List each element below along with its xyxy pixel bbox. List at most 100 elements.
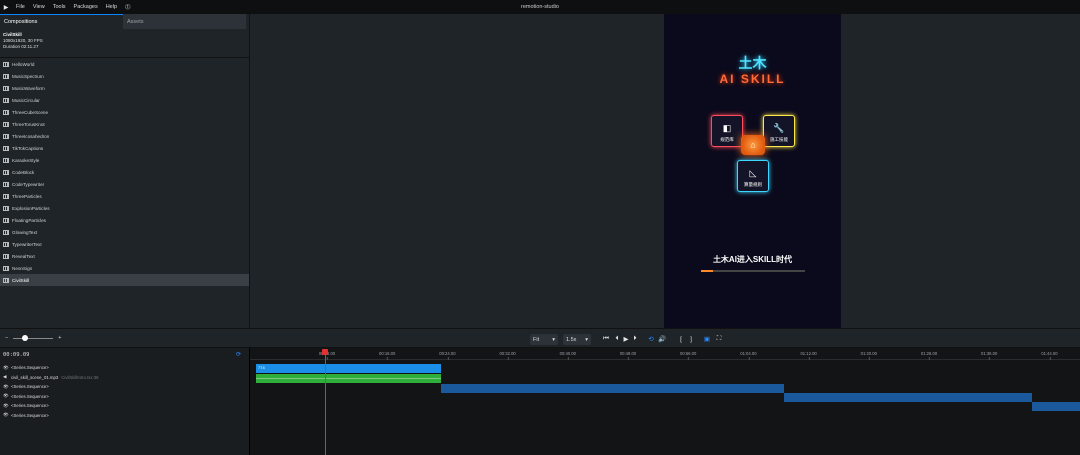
- film-icon: [3, 133, 9, 139]
- track-label-row[interactable]: ◀ civil_skill_scene_01.mp3 CivilSkillIntro…: [3, 373, 99, 382]
- audio-block[interactable]: [256, 374, 441, 383]
- track-label-row[interactable]: 👁 <Series.Sequence>: [3, 392, 49, 401]
- menu-file[interactable]: File: [12, 4, 29, 10]
- preview-tagline: 土木AI进入SKILL时代: [712, 255, 793, 264]
- composition-item-label: MusicSpectrum: [12, 73, 44, 79]
- film-icon: [3, 193, 9, 199]
- sequence-block-label: 774: [258, 365, 265, 370]
- composition-item-label: MusicCircular: [12, 97, 40, 103]
- out-point-icon[interactable]: ]: [686, 334, 696, 344]
- composition-item[interactable]: CivilSkill: [0, 274, 249, 286]
- checkerboard-icon[interactable]: ▣: [702, 334, 712, 344]
- film-icon: [3, 277, 9, 283]
- menu-help[interactable]: Help: [102, 4, 121, 10]
- film-icon: [3, 85, 9, 91]
- zoom-out-button[interactable]: −: [5, 335, 8, 341]
- volume-icon[interactable]: 🔊: [657, 334, 667, 344]
- composition-item[interactable]: NeonSign: [0, 262, 249, 274]
- composition-item-label: NeonSign: [12, 265, 33, 271]
- track-label-row[interactable]: 👁 <Series.Sequence>: [3, 411, 49, 420]
- preview-card-library: ◧ 规范库: [711, 115, 743, 147]
- ruler-tick: 01:20.00: [860, 351, 877, 360]
- composition-item[interactable]: MusicWaveform: [0, 82, 249, 94]
- film-icon: [3, 157, 9, 163]
- timeline-loop-icon[interactable]: ⟳: [236, 351, 241, 358]
- eye-icon[interactable]: 👁: [3, 412, 9, 418]
- eye-icon[interactable]: 👁: [3, 384, 9, 390]
- speed-select-value: 1.5x: [566, 336, 577, 343]
- menu-packages[interactable]: Packages: [70, 4, 102, 10]
- track-source-file[interactable]: CivilSkillIntro.tsx:36: [61, 375, 98, 380]
- ruler-tick: 01:04.00: [740, 351, 757, 360]
- fullscreen-icon[interactable]: ⛶: [714, 334, 724, 344]
- step-forward-icon[interactable]: ⏵: [630, 334, 640, 344]
- track-label: <Series.Sequence>: [11, 412, 49, 418]
- composition-item[interactable]: CodeTypewriter: [0, 178, 249, 190]
- composition-item-label: FloatingParticles: [12, 217, 46, 223]
- sequence-block[interactable]: [441, 384, 784, 393]
- current-composition-duration: Duration 02:11.27: [3, 44, 39, 49]
- preview-card-tech: 🔧 施工技能: [763, 115, 795, 147]
- timeline-zoom: − +: [5, 335, 61, 341]
- film-icon: [3, 121, 9, 127]
- tab-assets[interactable]: Assets: [123, 14, 246, 29]
- update-badge-icon[interactable]: ⓵: [121, 3, 135, 11]
- composition-item[interactable]: FloatingParticles: [0, 214, 249, 226]
- menu-view[interactable]: View: [29, 4, 49, 10]
- skip-to-start-icon[interactable]: ⏮: [601, 334, 611, 344]
- composition-item[interactable]: ThreeTorusKnot: [0, 118, 249, 130]
- menu-tools[interactable]: Tools: [49, 4, 70, 10]
- video-preview[interactable]: 土木 AI SKILL ◧ 规范库 🔧 施工技能 ⌂ ◺ 算量规则 土木AI进入…: [664, 14, 841, 328]
- composition-item[interactable]: RevealText: [0, 250, 249, 262]
- track-label-row[interactable]: 👁 <Series.Sequence>: [3, 382, 49, 391]
- composition-item[interactable]: MusicSpectrum: [0, 70, 249, 82]
- zoom-slider-knob[interactable]: [22, 335, 29, 341]
- remotion-studio-window: ▶ File View Tools Packages Help ⓵ remoti…: [0, 0, 1080, 455]
- composition-item[interactable]: ThreeParticles: [0, 190, 249, 202]
- ruler-tick: 01:12.00: [800, 351, 817, 360]
- remotion-logo-icon[interactable]: ▶: [0, 4, 12, 11]
- ruler-tick: 00:56.00: [680, 351, 697, 360]
- sequence-block[interactable]: [784, 393, 1032, 402]
- track-label-row[interactable]: 👁 <Series.Sequence>: [3, 363, 49, 372]
- eye-icon[interactable]: 👁: [3, 365, 9, 371]
- wrench-icon: 🔧: [773, 123, 785, 133]
- sequence-block[interactable]: [1032, 402, 1080, 411]
- composition-item-label: MusicWaveform: [12, 85, 45, 91]
- composition-item-label: ThreeTorusKnot: [12, 121, 45, 127]
- playhead[interactable]: [325, 354, 326, 455]
- track-label-row[interactable]: 👁 <Series.Sequence>: [3, 401, 49, 410]
- composition-item[interactable]: ThreeCubeScene: [0, 106, 249, 118]
- timeline-track-list: 00:09.09 ⟳ 👁 <Series.Sequence> ◀ civil_skil…: [0, 348, 250, 455]
- chevron-down-icon: ▾: [552, 336, 555, 343]
- composition-item[interactable]: KaraokeStyle: [0, 154, 249, 166]
- composition-item-label: ThreeParticles: [12, 193, 42, 199]
- composition-item[interactable]: ThreeIcosahedron: [0, 130, 249, 142]
- loop-icon[interactable]: ⟲: [646, 334, 656, 344]
- ruler-tick: 00:32.00: [499, 351, 516, 360]
- film-icon: [3, 265, 9, 271]
- film-icon: [3, 145, 9, 151]
- composition-item[interactable]: GlowingText: [0, 226, 249, 238]
- in-point-icon[interactable]: [: [676, 334, 686, 344]
- composition-item[interactable]: TikTokCaptions: [0, 142, 249, 154]
- composition-item[interactable]: TypewriterText: [0, 238, 249, 250]
- composition-item[interactable]: MusicCircular: [0, 94, 249, 106]
- eye-icon[interactable]: 👁: [3, 393, 9, 399]
- track-label: <Series.Sequence>: [11, 384, 49, 389]
- film-icon: [3, 73, 9, 79]
- zoom-in-button[interactable]: +: [58, 335, 61, 341]
- audio-icon[interactable]: ◀: [3, 374, 8, 380]
- composition-item[interactable]: CodeBlock: [0, 166, 249, 178]
- composition-item[interactable]: ExplosionParticles: [0, 202, 249, 214]
- preview-card-rule: ◺ 算量规则: [737, 160, 769, 192]
- speed-select[interactable]: 1.5x ▾: [563, 334, 591, 345]
- ruler-tick: 01:36.00: [981, 351, 998, 360]
- fit-select[interactable]: Fit ▾: [530, 334, 558, 345]
- timeline-ruler[interactable]: 00:08.0000:16.0000:24.0000:32.0000:40.00…: [250, 348, 1080, 360]
- zoom-slider[interactable]: [13, 335, 54, 341]
- eye-icon[interactable]: 👁: [3, 403, 9, 409]
- sequence-block[interactable]: 774: [256, 364, 441, 373]
- tab-compositions[interactable]: Compositions: [0, 14, 123, 29]
- composition-item[interactable]: HelloWorld: [0, 58, 249, 70]
